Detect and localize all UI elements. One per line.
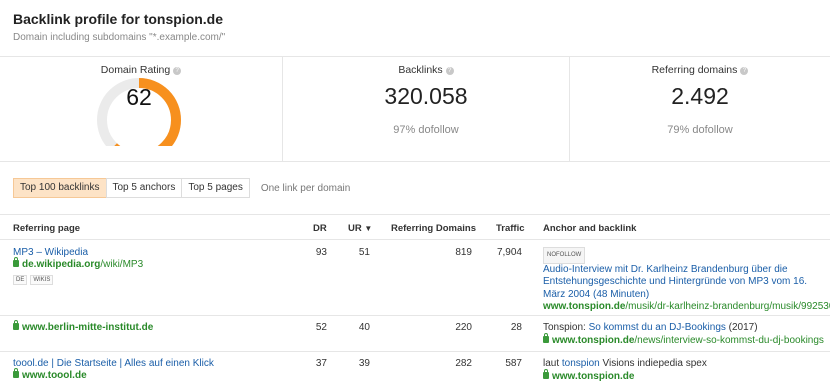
anchor-text[interactable]: Audio-Interview mit Dr. Karlheinz Brande…	[543, 264, 830, 302]
backlink-domain[interactable]: www.tonspion.de	[543, 301, 625, 312]
dr-value: 52	[315, 322, 327, 333]
col-referring-domains[interactable]: Referring Domains	[391, 223, 476, 234]
col-referring-page: Referring page	[13, 223, 81, 234]
tab-top-100-backlinks[interactable]: Top 100 backlinks	[13, 178, 107, 198]
language-tag: DE	[13, 275, 28, 285]
lock-icon	[543, 332, 549, 343]
tab-top-5-anchors[interactable]: Top 5 anchors	[105, 178, 183, 198]
lock-icon	[543, 368, 549, 379]
referring-page-path[interactable]: /wiki/MP3	[100, 259, 143, 270]
backlinks-table: Referring page DR UR ▼ Referring Domains…	[0, 214, 830, 384]
backlinks-dofollow: 97% dofollow	[393, 124, 459, 136]
col-anchor-backlink: Anchor and backlink	[543, 223, 637, 234]
col-dr[interactable]: DR	[313, 223, 327, 234]
lock-icon	[13, 368, 19, 378]
stats-panel: Domain Rating? 62 Backlinks? 320.058 97%…	[0, 56, 830, 162]
referring-domains-stat: Referring domains? 2.492 79% dofollow	[570, 57, 830, 162]
traffic-value: 28	[510, 322, 522, 333]
category-tag: WIKIS	[30, 275, 54, 285]
anchor-suffix: (2017)	[725, 322, 758, 333]
referring-domains-value[interactable]: 2.492	[570, 83, 830, 110]
domain-rating-value: 62	[126, 84, 152, 110]
ref-domains-value: 220	[455, 322, 472, 333]
table-header: Referring page DR UR ▼ Referring Domains…	[0, 214, 830, 240]
help-icon[interactable]: ?	[445, 67, 454, 75]
anchor-suffix: Visions indiepedia spex	[599, 358, 707, 369]
referring-page-domain[interactable]: www.toool.de	[22, 370, 87, 381]
traffic-value: 587	[505, 358, 522, 369]
domain-rating-stat: Domain Rating? 62	[0, 57, 283, 162]
col-traffic[interactable]: Traffic	[496, 223, 525, 234]
anchor-prefix: laut	[543, 358, 562, 369]
referring-domains-label: Referring domains	[651, 64, 738, 76]
tab-note: One link per domain	[260, 182, 351, 194]
nofollow-badge: NOFOLLOW	[543, 247, 586, 264]
backlinks-label: Backlinks	[398, 64, 443, 76]
col-ur[interactable]: UR ▼	[348, 223, 372, 234]
backlinks-value[interactable]: 320.058	[283, 83, 569, 110]
table-row: toool.de | Die Startseite | Alles auf ei…	[0, 352, 830, 384]
referring-page-domain[interactable]: www.berlin-mitte-institut.de	[22, 322, 153, 333]
table-row: MP3 – Wikipedia de.wikipedia.org/wiki/MP…	[0, 240, 830, 316]
ref-domains-value: 282	[455, 358, 472, 369]
sort-desc-icon: ▼	[364, 224, 373, 233]
ur-value: 51	[358, 247, 370, 258]
help-icon[interactable]: ?	[740, 67, 749, 75]
ref-domains-value: 819	[455, 247, 472, 258]
lock-icon	[13, 320, 19, 330]
ur-value: 39	[358, 358, 370, 369]
dr-value: 37	[315, 358, 327, 369]
traffic-value: 7,904	[496, 247, 522, 258]
backlink-path[interactable]: /musik/dr-karlheinz-brandenburg/musik/99…	[625, 301, 830, 312]
backlink-domain[interactable]: www.tonspion.de	[552, 371, 634, 382]
backlink-tabs: Top 100 backlinks Top 5 anchors Top 5 pa…	[13, 178, 350, 198]
ur-value: 40	[358, 322, 370, 333]
backlink-path[interactable]: /news/interview-so-kommst-du-dj-bookings	[634, 335, 824, 346]
table-row: www.berlin-mitte-institut.de 52 40 220 2…	[0, 316, 830, 352]
backlink-domain[interactable]: www.tonspion.de	[552, 335, 634, 346]
anchor-prefix: Tonspion:	[543, 322, 589, 333]
lock-icon	[13, 257, 19, 267]
anchor-text[interactable]: tonspion	[562, 358, 600, 369]
domain-rating-gauge: 62	[93, 74, 185, 146]
referring-page-title[interactable]: toool.de | Die Startseite | Alles auf ei…	[13, 358, 214, 369]
referring-domains-dofollow: 79% dofollow	[667, 124, 733, 136]
anchor-text[interactable]: So kommst du an DJ-Bookings	[589, 322, 726, 333]
page-subtitle: Domain including subdomains "*.example.c…	[13, 32, 226, 43]
tab-top-5-pages[interactable]: Top 5 pages	[181, 178, 250, 198]
page-title: Backlink profile for tonspion.de	[13, 11, 224, 27]
backlinks-stat: Backlinks? 320.058 97% dofollow	[283, 57, 570, 162]
referring-page-title[interactable]: MP3 – Wikipedia	[13, 247, 143, 258]
referring-page-domain[interactable]: de.wikipedia.org	[22, 259, 100, 270]
dr-value: 93	[315, 247, 327, 258]
report-header: Backlink profile for tonspion.de Domain …	[13, 11, 225, 43]
